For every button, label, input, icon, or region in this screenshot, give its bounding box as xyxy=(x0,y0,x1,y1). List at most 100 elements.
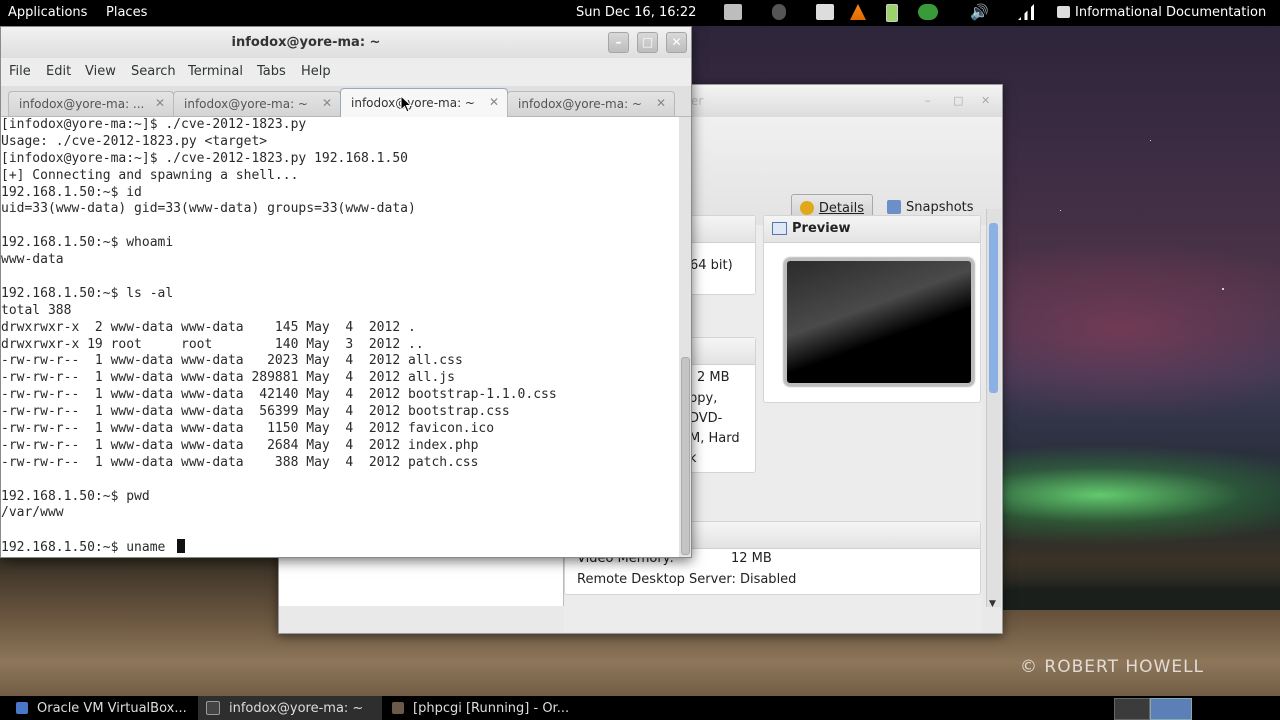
terminal-line: -rw-rw-r-- 1 www-data www-data 2023 May … xyxy=(1,353,463,369)
taskbar-item-vm[interactable]: [phpcgi [Running] - Or... xyxy=(392,696,582,720)
terminal-lines: [infodox@yore-ma:~]$ ./cve-2012-1823.py U… xyxy=(1,117,679,539)
preview-heading: Preview xyxy=(792,221,851,236)
taskbar-item-virtualbox[interactable]: Oracle VM VirtualBox... xyxy=(16,696,192,720)
taskbar-label: Oracle VM VirtualBox... xyxy=(37,700,187,716)
terminal-tab-2[interactable]: infodox@yore-ma: ~ ✕ xyxy=(173,91,341,116)
terminal-line: 192.168.1.50:~$ whoami xyxy=(1,235,174,251)
maximize-icon[interactable]: □ xyxy=(637,32,658,53)
vm-preview-screen xyxy=(784,258,974,386)
minimize-icon[interactable]: – xyxy=(925,94,931,107)
preview-card: Preview xyxy=(763,215,981,403)
menu-tabs[interactable]: Tabs xyxy=(257,64,286,79)
terminal-tab-4[interactable]: infodox@yore-ma: ~ ✕ xyxy=(507,91,675,116)
bottom-taskbar: Oracle VM VirtualBox... infodox@yore-ma:… xyxy=(0,696,1280,720)
terminal-line: -rw-rw-r-- 1 www-data www-data 56399 May… xyxy=(1,404,510,420)
top-panel: Applications Places Sun Dec 16, 16:22 🔊 … xyxy=(0,0,1280,26)
workspace-1[interactable] xyxy=(1114,698,1150,720)
minimize-icon[interactable]: – xyxy=(608,32,629,53)
wallpaper-star xyxy=(1150,140,1151,141)
menu-help[interactable]: Help xyxy=(301,64,331,79)
terminal-line: -rw-rw-r-- 1 www-data www-data 289881 Ma… xyxy=(1,370,455,386)
details-scrollbar[interactable]: ▼ xyxy=(986,209,1001,609)
volume-icon[interactable]: 🔊 xyxy=(970,3,990,21)
terminal-tab-3[interactable]: infodox@yore-ma: ~ ✕ xyxy=(340,88,508,117)
close-icon[interactable]: ✕ xyxy=(666,32,687,53)
virtualbox-title: er xyxy=(691,94,704,108)
taskbar-label: [phpcgi [Running] - Or... xyxy=(413,700,570,716)
tab-close-icon[interactable]: ✕ xyxy=(656,96,666,110)
network-icon[interactable] xyxy=(1018,4,1034,20)
bluetooth-icon[interactable] xyxy=(918,4,938,20)
wallpaper-treeline xyxy=(1000,560,1280,610)
tab-close-icon[interactable]: ✕ xyxy=(322,96,332,110)
terminal-scrollbar-thumb[interactable] xyxy=(681,357,690,555)
terminal-line: [infodox@yore-ma:~]$ ./cve-2012-1823.py … xyxy=(1,150,408,166)
terminal-line: -rw-rw-r-- 1 www-data www-data 42140 May… xyxy=(1,387,557,403)
terminal-tab-1[interactable]: infodox@yore-ma: ... ✕ xyxy=(8,91,174,116)
vm-window-icon xyxy=(392,702,404,714)
terminal-line: uid=33(www-data) gid=33(www-data) groups… xyxy=(1,201,416,217)
chat-icon[interactable] xyxy=(1057,6,1070,18)
preview-card-header: Preview xyxy=(764,216,980,243)
tab-close-icon[interactable]: ✕ xyxy=(155,96,165,110)
terminal-line: /var/www xyxy=(1,505,64,521)
tab-close-icon[interactable]: ✕ xyxy=(489,95,499,109)
menu-view[interactable]: View xyxy=(85,64,116,79)
display-icon[interactable] xyxy=(724,4,742,20)
menu-search[interactable]: Search xyxy=(131,64,176,79)
terminal-line: www-data xyxy=(1,252,64,268)
clock[interactable]: Sun Dec 16, 16:22 xyxy=(576,5,696,20)
mouse-pointer-icon xyxy=(400,95,412,113)
terminal-output[interactable]: [infodox@yore-ma:~]$ ./cve-2012-1823.py U… xyxy=(1,117,679,557)
monitor-icon xyxy=(772,222,787,235)
user-status-icon[interactable] xyxy=(772,4,786,20)
details-scrollbar-thumb[interactable] xyxy=(989,223,998,393)
terminal-line: -rw-rw-r-- 1 www-data www-data 388 May 4… xyxy=(1,454,479,470)
battery-icon[interactable] xyxy=(886,4,898,22)
vlc-icon[interactable] xyxy=(850,4,866,20)
maximize-icon[interactable]: □ xyxy=(953,94,963,107)
terminal-line: total 388 xyxy=(1,302,72,318)
terminal-line: -rw-rw-r-- 1 www-data www-data 1150 May … xyxy=(1,421,495,437)
scroll-down-icon[interactable]: ▼ xyxy=(989,599,996,609)
terminal-scrollbar[interactable] xyxy=(679,117,691,557)
virtualbox-icon xyxy=(16,702,28,714)
taskbar-item-terminal[interactable]: infodox@yore-ma: ~ xyxy=(198,696,382,720)
video-memory-value: 12 MB xyxy=(731,551,772,566)
boot-order-fragment: ppy, xyxy=(689,391,718,406)
weather-icon[interactable] xyxy=(816,4,834,20)
tab-bar: infodox@yore-ma: ... ✕ infodox@yore-ma: … xyxy=(1,86,691,117)
details-label: Details xyxy=(818,200,864,216)
boot-order-fragment-3: M, Hard xyxy=(689,431,740,446)
current-command: 192.168.1.50:~$ uname xyxy=(1,540,174,556)
menu-terminal[interactable]: Terminal xyxy=(188,64,243,79)
terminal-icon xyxy=(206,701,220,715)
terminal-line: -rw-rw-r-- 1 www-data www-data 2684 May … xyxy=(1,437,479,453)
applications-menu[interactable]: Applications xyxy=(8,5,87,20)
terminal-window[interactable]: infodox@yore-ma: ~ – □ ✕ File Edit View … xyxy=(0,26,692,558)
tab-label: infodox@yore-ma: ... xyxy=(19,97,145,111)
close-icon[interactable]: ✕ xyxy=(981,94,990,107)
text-cursor xyxy=(177,539,186,554)
terminal-line: drwxrwxr-x 2 www-data www-data 145 May 4… xyxy=(1,319,416,335)
menu-edit[interactable]: Edit xyxy=(46,64,71,79)
wallpaper-star xyxy=(1222,288,1224,290)
terminal-line: [+] Connecting and spawning a shell... xyxy=(1,167,299,183)
terminal-prompt-line[interactable]: 192.168.1.50:~$ uname xyxy=(1,539,679,557)
gear-icon xyxy=(800,201,814,215)
terminal-line: [infodox@yore-ma:~]$ ./cve-2012-1823.py xyxy=(1,117,307,132)
workspace-2[interactable] xyxy=(1150,698,1192,720)
os-type-fragment: 64 bit) xyxy=(690,258,733,273)
menu-file[interactable]: File xyxy=(9,64,31,79)
boot-order-fragment-2: DVD- xyxy=(689,411,723,426)
terminal-titlebar[interactable]: infodox@yore-ma: ~ – □ ✕ xyxy=(1,27,691,58)
user-menu[interactable]: Informational Documentation xyxy=(1075,5,1266,20)
tab-label: infodox@yore-ma: ~ xyxy=(518,97,642,111)
places-menu[interactable]: Places xyxy=(106,5,147,20)
photo-watermark: © ROBERT HOWELL xyxy=(1020,657,1205,677)
terminal-line: Usage: ./cve-2012-1823.py <target> xyxy=(1,133,268,149)
